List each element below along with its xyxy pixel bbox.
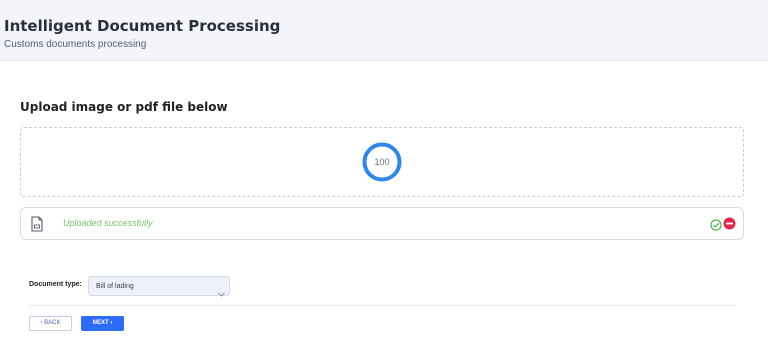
upload-progress-ring: 100 [362,142,402,182]
page-header: Intelligent Document Processing Customs … [0,0,768,61]
app-subtitle: Customs documents processing [4,39,147,50]
check-circle-icon [710,218,722,231]
upload-dropzone[interactable]: 100 [20,127,744,197]
upload-section-title: Upload image or pdf file below [20,100,228,114]
uploaded-file-row: Uploaded successfully [20,207,744,240]
remove-circle-icon[interactable] [723,217,736,230]
chevron-down-icon [218,284,225,297]
document-type-select[interactable]: Bill of lading [88,276,230,297]
form-divider [29,305,735,306]
upload-status-text: Uploaded successfully [63,218,153,228]
next-button[interactable]: NEXT › [81,316,124,331]
back-button[interactable]: ‹ BACK [29,316,72,331]
document-type-label: Document type: [29,281,82,288]
document-type-value: Bill of lading [96,283,134,290]
file-icon [30,216,44,232]
app-title: Intelligent Document Processing [4,17,281,35]
upload-progress-value: 100 [374,157,390,167]
